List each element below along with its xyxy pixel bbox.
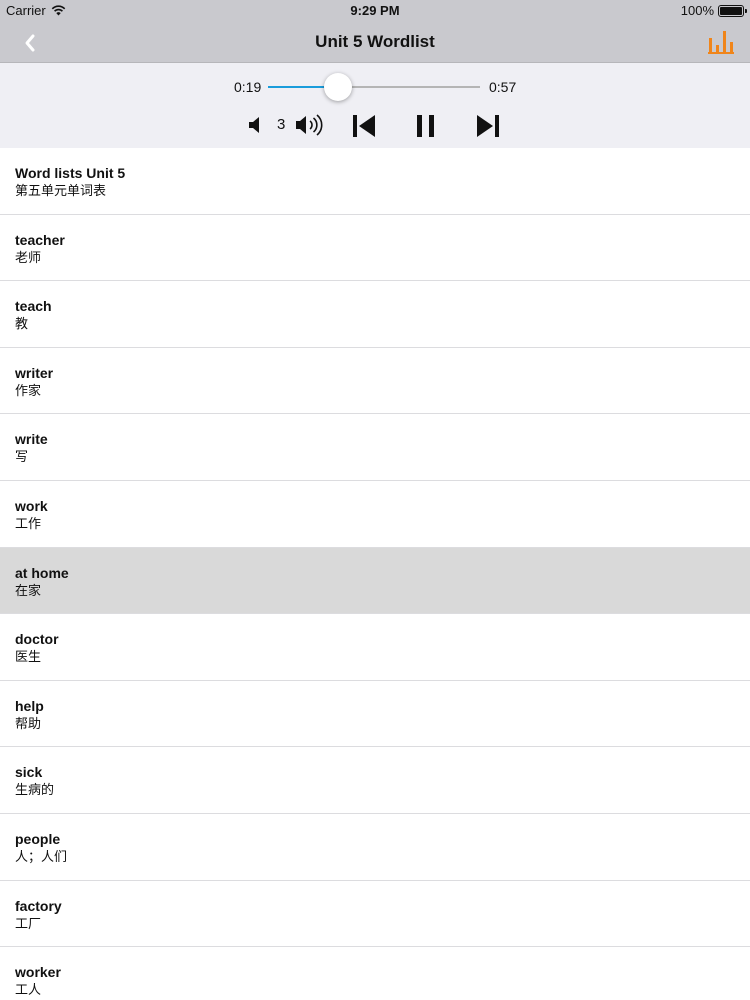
word-chinese: 第五单元单词表: [15, 183, 107, 198]
word-chinese: 工厂: [15, 915, 42, 931]
word-chinese: 帮助: [15, 715, 42, 731]
word-row[interactable]: write 写: [0, 414, 750, 481]
word-english: work: [15, 497, 48, 514]
word-english: teacher: [15, 231, 65, 248]
word-english: help: [15, 697, 44, 714]
status-bar: Carrier 9:29 PM 100%: [0, 0, 750, 22]
word-chinese: 生病的: [15, 782, 55, 798]
progress-slider[interactable]: [268, 73, 480, 101]
volume-up-button[interactable]: [294, 112, 326, 138]
word-chinese: 医生: [15, 649, 42, 665]
volume-down-button[interactable]: [246, 114, 266, 136]
skip-previous-icon: [353, 115, 375, 137]
pause-icon: [417, 115, 434, 137]
word-english: factory: [15, 897, 62, 914]
battery-group: 100%: [680, 3, 747, 18]
previous-button[interactable]: [350, 112, 378, 140]
audio-player: 0:19 0:57 3: [0, 63, 750, 148]
bar-chart-icon: [708, 31, 734, 54]
skip-next-icon: [477, 115, 499, 137]
word-row[interactable]: writer 作家: [0, 347, 750, 415]
word-english: people: [15, 830, 61, 847]
next-button[interactable]: [474, 112, 502, 140]
word-row[interactable]: work 工作: [0, 480, 750, 548]
word-chinese: 在家: [15, 582, 42, 598]
word-english: teach: [15, 298, 52, 315]
word-chinese: 作家: [15, 382, 42, 398]
pause-button[interactable]: [414, 112, 438, 140]
word-row[interactable]: sick 生病的: [0, 747, 750, 814]
progress-thumb[interactable]: [323, 73, 352, 101]
word-row[interactable]: help 帮助: [0, 680, 750, 748]
status-time: 9:29 PM: [350, 3, 400, 18]
battery-percent: 100%: [680, 3, 714, 18]
word-chinese: 工人: [15, 982, 42, 998]
word-english: write: [15, 431, 48, 448]
word-english: at home: [15, 564, 69, 581]
current-time: 0:19: [234, 79, 262, 95]
word-row[interactable]: worker 工人: [0, 947, 750, 1000]
navigation-bar: Unit 5 Wordlist: [0, 22, 750, 63]
speaker-icon: [249, 117, 259, 133]
word-english: worker: [15, 964, 61, 981]
word-row[interactable]: people 人；人们: [0, 813, 750, 881]
word-row[interactable]: teacher 老师: [0, 214, 750, 282]
word-row[interactable]: teach 教: [0, 281, 750, 348]
speaker-loud-icon: [296, 114, 323, 136]
word-chinese: 教: [15, 316, 29, 332]
word-chinese: 写: [15, 449, 29, 465]
battery-icon: [718, 4, 747, 17]
statistics-button[interactable]: [706, 28, 734, 56]
word-chinese: 人；人们: [15, 848, 68, 864]
word-english: doctor: [15, 631, 59, 648]
page-title: Unit 5 Wordlist: [315, 32, 435, 51]
playback-controls: 3: [0, 110, 750, 140]
word-list: Word lists Unit 5 第五单元单词表 teacher 老师 teach 教 w…: [0, 148, 750, 1000]
word-english: writer: [15, 364, 54, 381]
word-row[interactable]: Word lists Unit 5 第五单元单词表: [0, 148, 750, 215]
word-row[interactable]: factory 工厂: [0, 880, 750, 948]
word-chinese: 工作: [15, 515, 42, 531]
word-chinese: 老师: [15, 249, 42, 265]
word-row[interactable]: at home 在家: [0, 547, 750, 615]
word-english: Word lists Unit 5: [15, 165, 126, 181]
volume-level: 3: [277, 116, 286, 133]
word-row[interactable]: doctor 医生: [0, 614, 750, 681]
total-time: 0:57: [489, 79, 517, 95]
word-english: sick: [15, 764, 43, 781]
